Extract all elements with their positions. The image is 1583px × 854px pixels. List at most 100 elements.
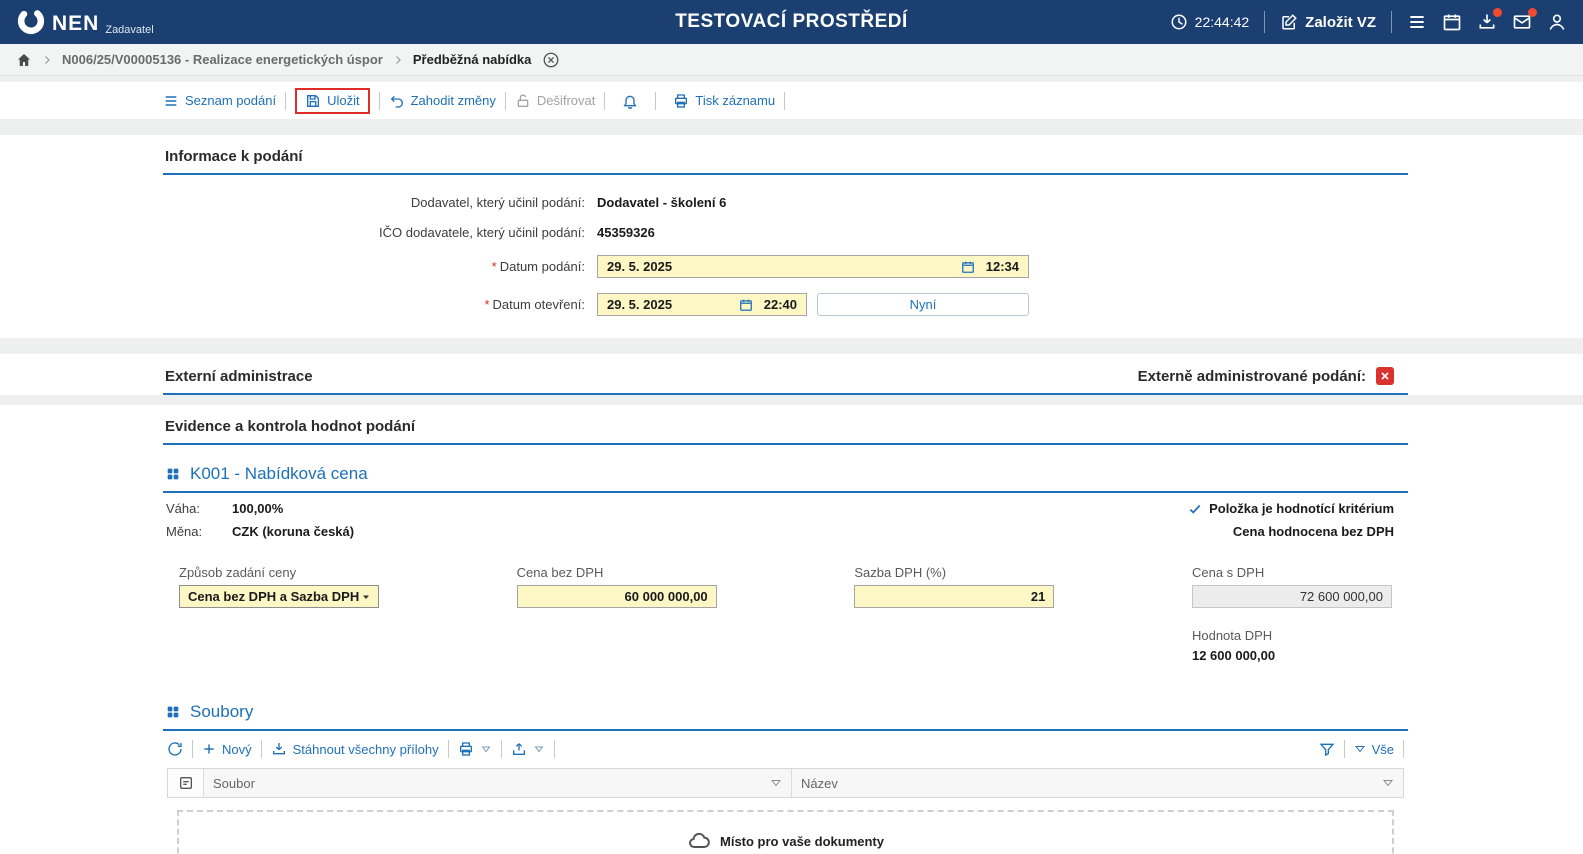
submission-date-label: *Datum podání: [163, 259, 597, 274]
external-admin-flag: Externě administrované podání: [1138, 367, 1406, 385]
undo-icon [389, 93, 405, 109]
external-admin-panel: Externí administrace Externě administrov… [0, 354, 1583, 395]
vat-rate-input[interactable]: 21 [854, 585, 1054, 608]
print-record-button[interactable]: Tisk záznamu [673, 93, 775, 109]
submission-date-value[interactable]: 29. 5. 2025 [598, 259, 959, 274]
criterion-flag-label: Položka je hodnotící kritérium [1209, 501, 1394, 516]
close-tab-icon[interactable] [542, 51, 560, 69]
refresh-icon[interactable] [167, 741, 183, 757]
unlock-icon [515, 93, 531, 109]
price-method-field: Způsob zadání ceny Cena bez DPH a Sazba … [179, 565, 379, 663]
create-vz-button[interactable]: Založit VZ [1280, 13, 1376, 31]
discard-changes-label: Zahodit změny [411, 93, 496, 108]
submission-date-row: *Datum podání: 29. 5. 2025 12:34 [163, 255, 1408, 278]
menu-button[interactable] [1407, 12, 1427, 32]
price-gross-input: 72 600 000,00 [1192, 585, 1392, 608]
downloads-button[interactable] [1477, 12, 1497, 32]
print-files-button[interactable] [458, 741, 492, 757]
chevron-down-icon [533, 743, 545, 755]
export-files-button[interactable] [511, 741, 545, 757]
nen-logo[interactable]: NEN Zadavatel [16, 6, 154, 38]
messages-button[interactable] [1512, 12, 1532, 32]
calendar-picker-icon[interactable] [961, 260, 975, 274]
price-method-select[interactable]: Cena bez DPH a Sazba DPH [179, 585, 379, 608]
calendar-button[interactable] [1442, 12, 1462, 32]
opening-date-value[interactable]: 29. 5. 2025 [598, 297, 737, 312]
calendar-picker-icon[interactable] [739, 298, 753, 312]
column-header-name[interactable]: Název [792, 769, 1403, 797]
edit-icon [1280, 13, 1298, 31]
submission-datetime-input[interactable]: 29. 5. 2025 12:34 [597, 255, 1029, 278]
divider [1344, 740, 1345, 758]
evaluation-note: Cena hodnocena bez DPH [1233, 524, 1394, 539]
vat-rate-label: Sazba DPH (%) [854, 565, 1054, 580]
export-icon [511, 741, 527, 757]
save-label: Uložit [327, 93, 360, 108]
price-form: Způsob zadání ceny Cena bez DPH a Sazba … [163, 539, 1408, 663]
submissions-list-label: Seznam podání [185, 93, 276, 108]
printer-icon [458, 741, 474, 757]
opening-date-label: *Datum otevření: [163, 297, 597, 312]
currency-value: CZK (koruna česká) [232, 524, 354, 539]
evidence-panel: Evidence a kontrola hodnot podání K001 -… [0, 405, 1583, 854]
filter-triangle-icon [1354, 743, 1366, 755]
files-table-header: Soubor Název [168, 769, 1403, 797]
column-filter-icon[interactable] [1382, 777, 1394, 789]
now-button[interactable]: Nyní [817, 293, 1029, 316]
record-toolbar: Seznam podání Uložit Zahodit změny Dešif… [163, 82, 1408, 119]
discard-changes-button[interactable]: Zahodit změny [389, 93, 496, 109]
external-admin-title: Externí administrace [165, 368, 313, 385]
supplier-row: Dodavatel, který učinil podání: Dodavate… [163, 195, 1408, 210]
column-settings-button[interactable] [168, 769, 204, 797]
files-toolbar: Nový Stáhnout všechny přílohy [163, 731, 1408, 766]
weight-row: Váha: 100,00% Položka je hodnotící krité… [163, 493, 1408, 516]
price-net-input[interactable]: 60 000 000,00 [517, 585, 717, 608]
download-icon [271, 741, 287, 757]
documents-dropzone[interactable]: Místo pro vaše dokumenty [177, 810, 1394, 854]
column-header-name-label: Název [801, 776, 838, 791]
weight-value: 100,00% [232, 501, 283, 516]
breadcrumb-current: Předběžná nabídka [413, 52, 531, 67]
column-filter-icon[interactable] [770, 777, 782, 789]
header-actions: 22:44:42 Založit VZ [1170, 11, 1567, 33]
files-header: Soubory [163, 689, 1408, 731]
submissions-list-button[interactable]: Seznam podání [163, 93, 276, 109]
price-method-value: Cena bez DPH a Sazba DPH [188, 589, 359, 604]
notifications-button[interactable] [622, 93, 638, 109]
nen-logo-icon [16, 6, 46, 36]
submission-time-value[interactable]: 12:34 [977, 259, 1028, 274]
chevron-down-icon [360, 591, 372, 603]
server-time: 22:44:42 [1170, 13, 1250, 31]
record-toolbar-band: Seznam podání Uložit Zahodit změny Dešif… [0, 82, 1583, 119]
home-icon[interactable] [16, 52, 32, 68]
logo-text: NEN [52, 13, 99, 38]
external-admin-checkbox-no[interactable] [1376, 367, 1394, 385]
ico-row: IČO dodavatele, který učinil podání: 453… [163, 225, 1408, 240]
clock-icon [1170, 13, 1188, 31]
files-filter-group: Vše [1319, 740, 1404, 758]
external-admin-label: Externě administrované podání: [1138, 368, 1366, 385]
save-highlight-annotation: Uložit [295, 88, 370, 114]
list-icon [163, 93, 179, 109]
download-all-button[interactable]: Stáhnout všechny přílohy [271, 741, 439, 757]
opening-date-row: *Datum otevření: 29. 5. 2025 22:40 Nyní [163, 293, 1408, 316]
filter-icon[interactable] [1319, 741, 1335, 757]
new-file-button[interactable]: Nový [202, 742, 252, 757]
time-value: 22:44:42 [1195, 14, 1250, 30]
files-table: Soubor Název [167, 768, 1404, 798]
column-header-file[interactable]: Soubor [204, 769, 792, 797]
required-marker: * [484, 297, 489, 312]
filter-all-button[interactable]: Vše [1354, 742, 1394, 757]
save-button[interactable]: Uložit [305, 93, 360, 109]
divider [784, 92, 785, 110]
supplier-value: Dodavatel - školení 6 [597, 195, 726, 210]
breadcrumb: N006/25/V00005136 - Realizace energetick… [0, 44, 1583, 76]
price-gross-field: Cena s DPH 72 600 000,00 Hodnota DPH 12 … [1192, 565, 1392, 663]
breadcrumb-contract[interactable]: N006/25/V00005136 - Realizace energetick… [62, 52, 383, 67]
external-admin-header: Externí administrace Externě administrov… [163, 354, 1408, 395]
opening-time-value[interactable]: 22:40 [755, 297, 806, 312]
app-header: NEN Zadavatel TESTOVACÍ PROSTŘEDÍ 22:44:… [0, 0, 1583, 44]
profile-button[interactable] [1547, 12, 1567, 32]
price-method-label: Způsob zadání ceny [179, 565, 379, 580]
opening-datetime-input[interactable]: 29. 5. 2025 22:40 [597, 293, 807, 316]
